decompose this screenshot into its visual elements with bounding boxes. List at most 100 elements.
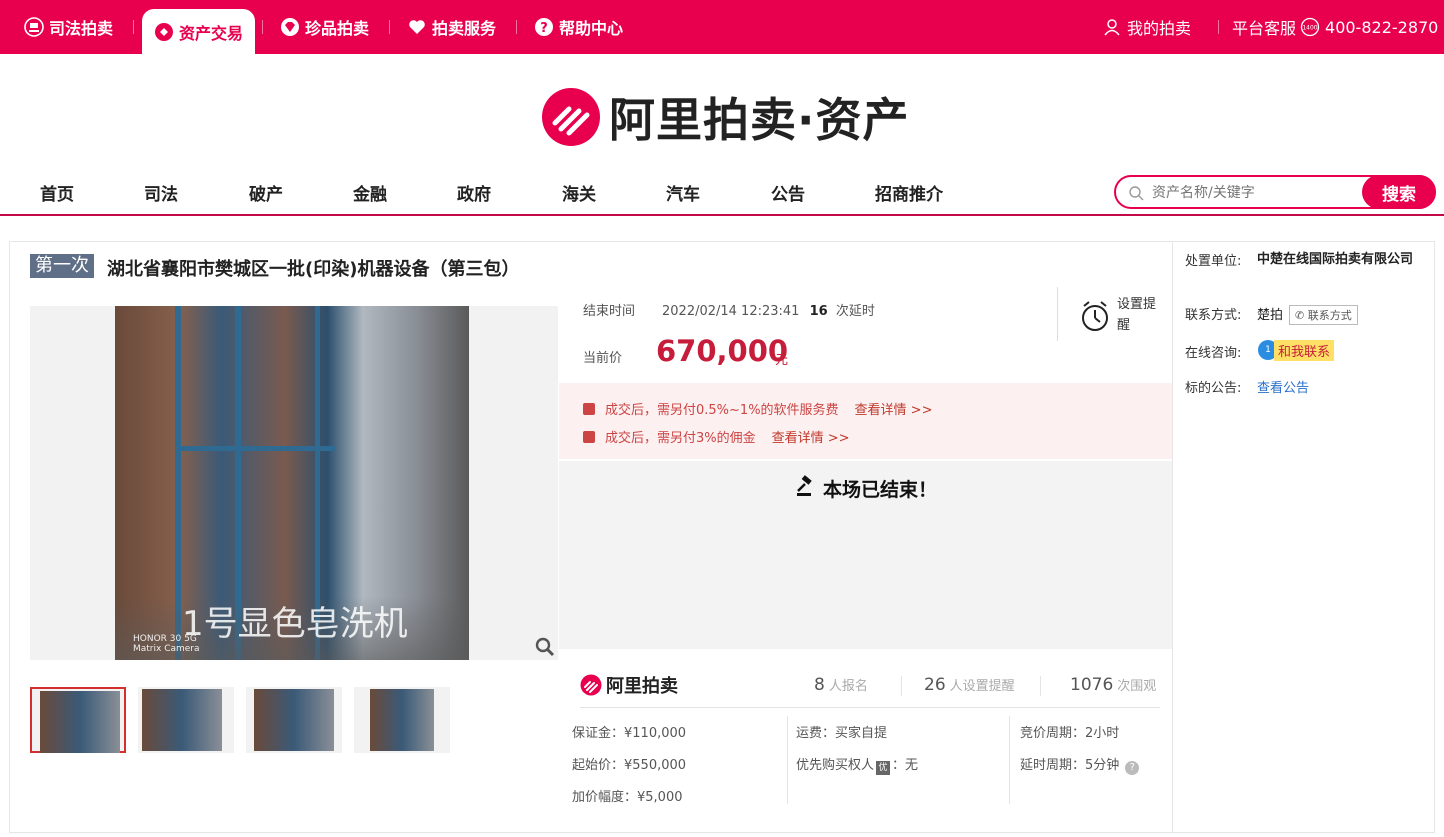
fee-detail-link[interactable]: 查看详情 >> <box>855 403 933 418</box>
topbar-item-asset-trade[interactable]: 资产交易 <box>142 9 256 54</box>
topbar-item-label: 珍品拍卖 <box>305 19 370 38</box>
stat-divider <box>1040 676 1041 696</box>
alarm-clock-icon[interactable] <box>1080 300 1110 336</box>
customer-service[interactable]: 平台客服 1400 400-822-2870 <box>1232 0 1438 54</box>
stat-unit: 次围观 <box>1117 679 1157 694</box>
contact-button[interactable]: ✆ 联系方式 <box>1289 305 1358 325</box>
online-chat-button[interactable]: 1 和我联系 <box>1258 339 1335 361</box>
notice-label: 标的公告: <box>1185 381 1242 396</box>
details-divider <box>787 716 788 804</box>
thumbnail-4[interactable] <box>354 687 450 753</box>
online-consult-label: 在线咨询: <box>1185 346 1242 361</box>
topbar-item-auction-service[interactable]: 拍卖服务 <box>407 0 496 54</box>
end-time-value: 2022/02/14 12:23:41 <box>662 304 800 319</box>
thumbnail-1[interactable] <box>30 687 126 753</box>
priority-value: ：无 <box>892 758 919 773</box>
bid-increment: 加价幅度：¥5,000 <box>572 790 683 805</box>
stat-unit: 人设置提醒 <box>949 679 1015 694</box>
nav-government[interactable]: 政府 <box>457 180 491 205</box>
deposit: 保证金：¥110,000 <box>572 726 687 741</box>
stat-unit: 人报名 <box>828 679 868 694</box>
stat-views: 1076 次围观 <box>1070 675 1156 695</box>
photo-watermark: HONOR 30 5G Matrix Camera <box>133 634 200 654</box>
fee-notice-commission: 成交后，需另付3%的佣金 查看详情 >> <box>583 427 850 446</box>
delay-period: 延时周期：5分钟? <box>1020 754 1140 775</box>
shipping: 运费：买家自提 <box>796 726 888 741</box>
start-price: 起始价：¥550,000 <box>572 758 687 773</box>
photo-detail <box>175 446 335 451</box>
thumbnail-3[interactable] <box>246 687 342 753</box>
logo-mark-icon <box>542 88 600 146</box>
stats-divider <box>580 707 1160 708</box>
disposal-unit-value: 中楚在线国际拍卖有限公司 <box>1257 252 1414 267</box>
notice-icon <box>583 431 595 443</box>
topbar-separator <box>133 20 134 34</box>
contact-info: 楚拍 ✆ 联系方式 <box>1257 304 1358 325</box>
delay-count: 16 <box>809 304 828 319</box>
topbar-separator <box>516 20 517 34</box>
fee-detail-link[interactable]: 查看详情 >> <box>772 431 850 446</box>
notice-icon <box>583 403 595 415</box>
contact-name: 楚拍 <box>1257 308 1284 323</box>
thumbnail-image <box>254 689 334 751</box>
delay-suffix: 次延时 <box>835 304 875 319</box>
help-icon[interactable]: ? <box>1125 761 1140 775</box>
search-button[interactable]: 搜索 <box>1362 175 1436 209</box>
my-auction-link[interactable]: 我的拍卖 <box>1102 0 1191 54</box>
item-title: 湖北省襄阳市樊城区一批(印染)机器设备（第三包） <box>107 259 520 280</box>
topbar-item-label: 司法拍卖 <box>49 19 114 38</box>
view-notice-link[interactable]: 查看公告 <box>1257 377 1309 396</box>
photo-caption: 1号显色皂洗机 <box>182 604 408 644</box>
nav-investment[interactable]: 招商推介 <box>875 180 943 205</box>
thumbnail-2[interactable] <box>138 687 234 753</box>
price-currency: 元 <box>775 353 789 368</box>
stat-divider <box>901 676 902 696</box>
topbar-separator <box>389 20 390 34</box>
gavel-icon <box>795 475 817 502</box>
nav-home[interactable]: 首页 <box>40 180 74 205</box>
stat-value: 8 <box>814 675 825 695</box>
nav-customs[interactable]: 海关 <box>562 180 596 205</box>
nav-finance[interactable]: 金融 <box>353 180 387 205</box>
fee-notice-box <box>559 383 1172 459</box>
bid-period: 竞价周期：2小时 <box>1020 726 1120 741</box>
topbar-item-label: 帮助中心 <box>559 19 624 38</box>
phone-badge-text: 1400 <box>1302 25 1317 32</box>
my-auction-label: 我的拍卖 <box>1127 19 1192 38</box>
topbar-item-help-center[interactable]: ? 帮助中心 <box>534 0 623 54</box>
brand-text: 阿里拍卖 <box>606 676 678 697</box>
topbar-item-treasure-auction[interactable]: 珍品拍卖 <box>280 0 369 54</box>
stat-registered: 8 人报名 <box>814 675 868 695</box>
end-time-label: 结束时间 <box>583 304 636 319</box>
stat-value: 26 <box>924 675 946 695</box>
thumbnail-image <box>370 689 434 751</box>
priority-badge: 优 <box>876 761 891 775</box>
heart-icon <box>407 17 427 37</box>
gavel-circle-icon <box>24 17 44 37</box>
remind-divider <box>1057 287 1058 341</box>
nav-announcement[interactable]: 公告 <box>771 180 805 205</box>
nav-auto[interactable]: 汽车 <box>666 180 700 205</box>
photo-watermark-line: HONOR 30 5G <box>133 634 197 644</box>
topbar-item-label: 资产交易 <box>179 23 244 43</box>
set-reminder-button[interactable]: 设置提醒 <box>1117 294 1157 336</box>
current-price: 670,000 <box>656 334 789 368</box>
nav-bankruptcy[interactable]: 破产 <box>249 180 283 205</box>
priority-label: 优先购买权人 <box>796 758 875 773</box>
phone-icon: ✆ <box>1295 309 1308 322</box>
diamond-icon <box>280 17 300 37</box>
thumbnail-image <box>142 689 222 751</box>
nav-judicial[interactable]: 司法 <box>144 180 178 205</box>
search-input[interactable] <box>1150 182 1350 204</box>
site-logo[interactable]: 阿里拍卖·资产 <box>541 84 909 150</box>
brand-mark-icon <box>580 674 602 696</box>
zoom-icon[interactable] <box>534 636 556 662</box>
logo-text: 阿里拍卖·资产 <box>609 93 910 147</box>
search-icon <box>1128 185 1144 205</box>
delay-period-text: 延时周期：5分钟 <box>1020 758 1120 773</box>
topbar-item-judicial-auction[interactable]: 司法拍卖 <box>24 0 113 54</box>
fee-notice-software: 成交后，需另付0.5%~1%的软件服务费 查看详情 >> <box>583 399 932 418</box>
photo-watermark-line: Matrix Camera <box>133 644 200 654</box>
priority-buyer: 优先购买权人优：无 <box>796 754 918 775</box>
fee-text: 成交后，需另付0.5%~1%的软件服务费 <box>605 403 839 418</box>
